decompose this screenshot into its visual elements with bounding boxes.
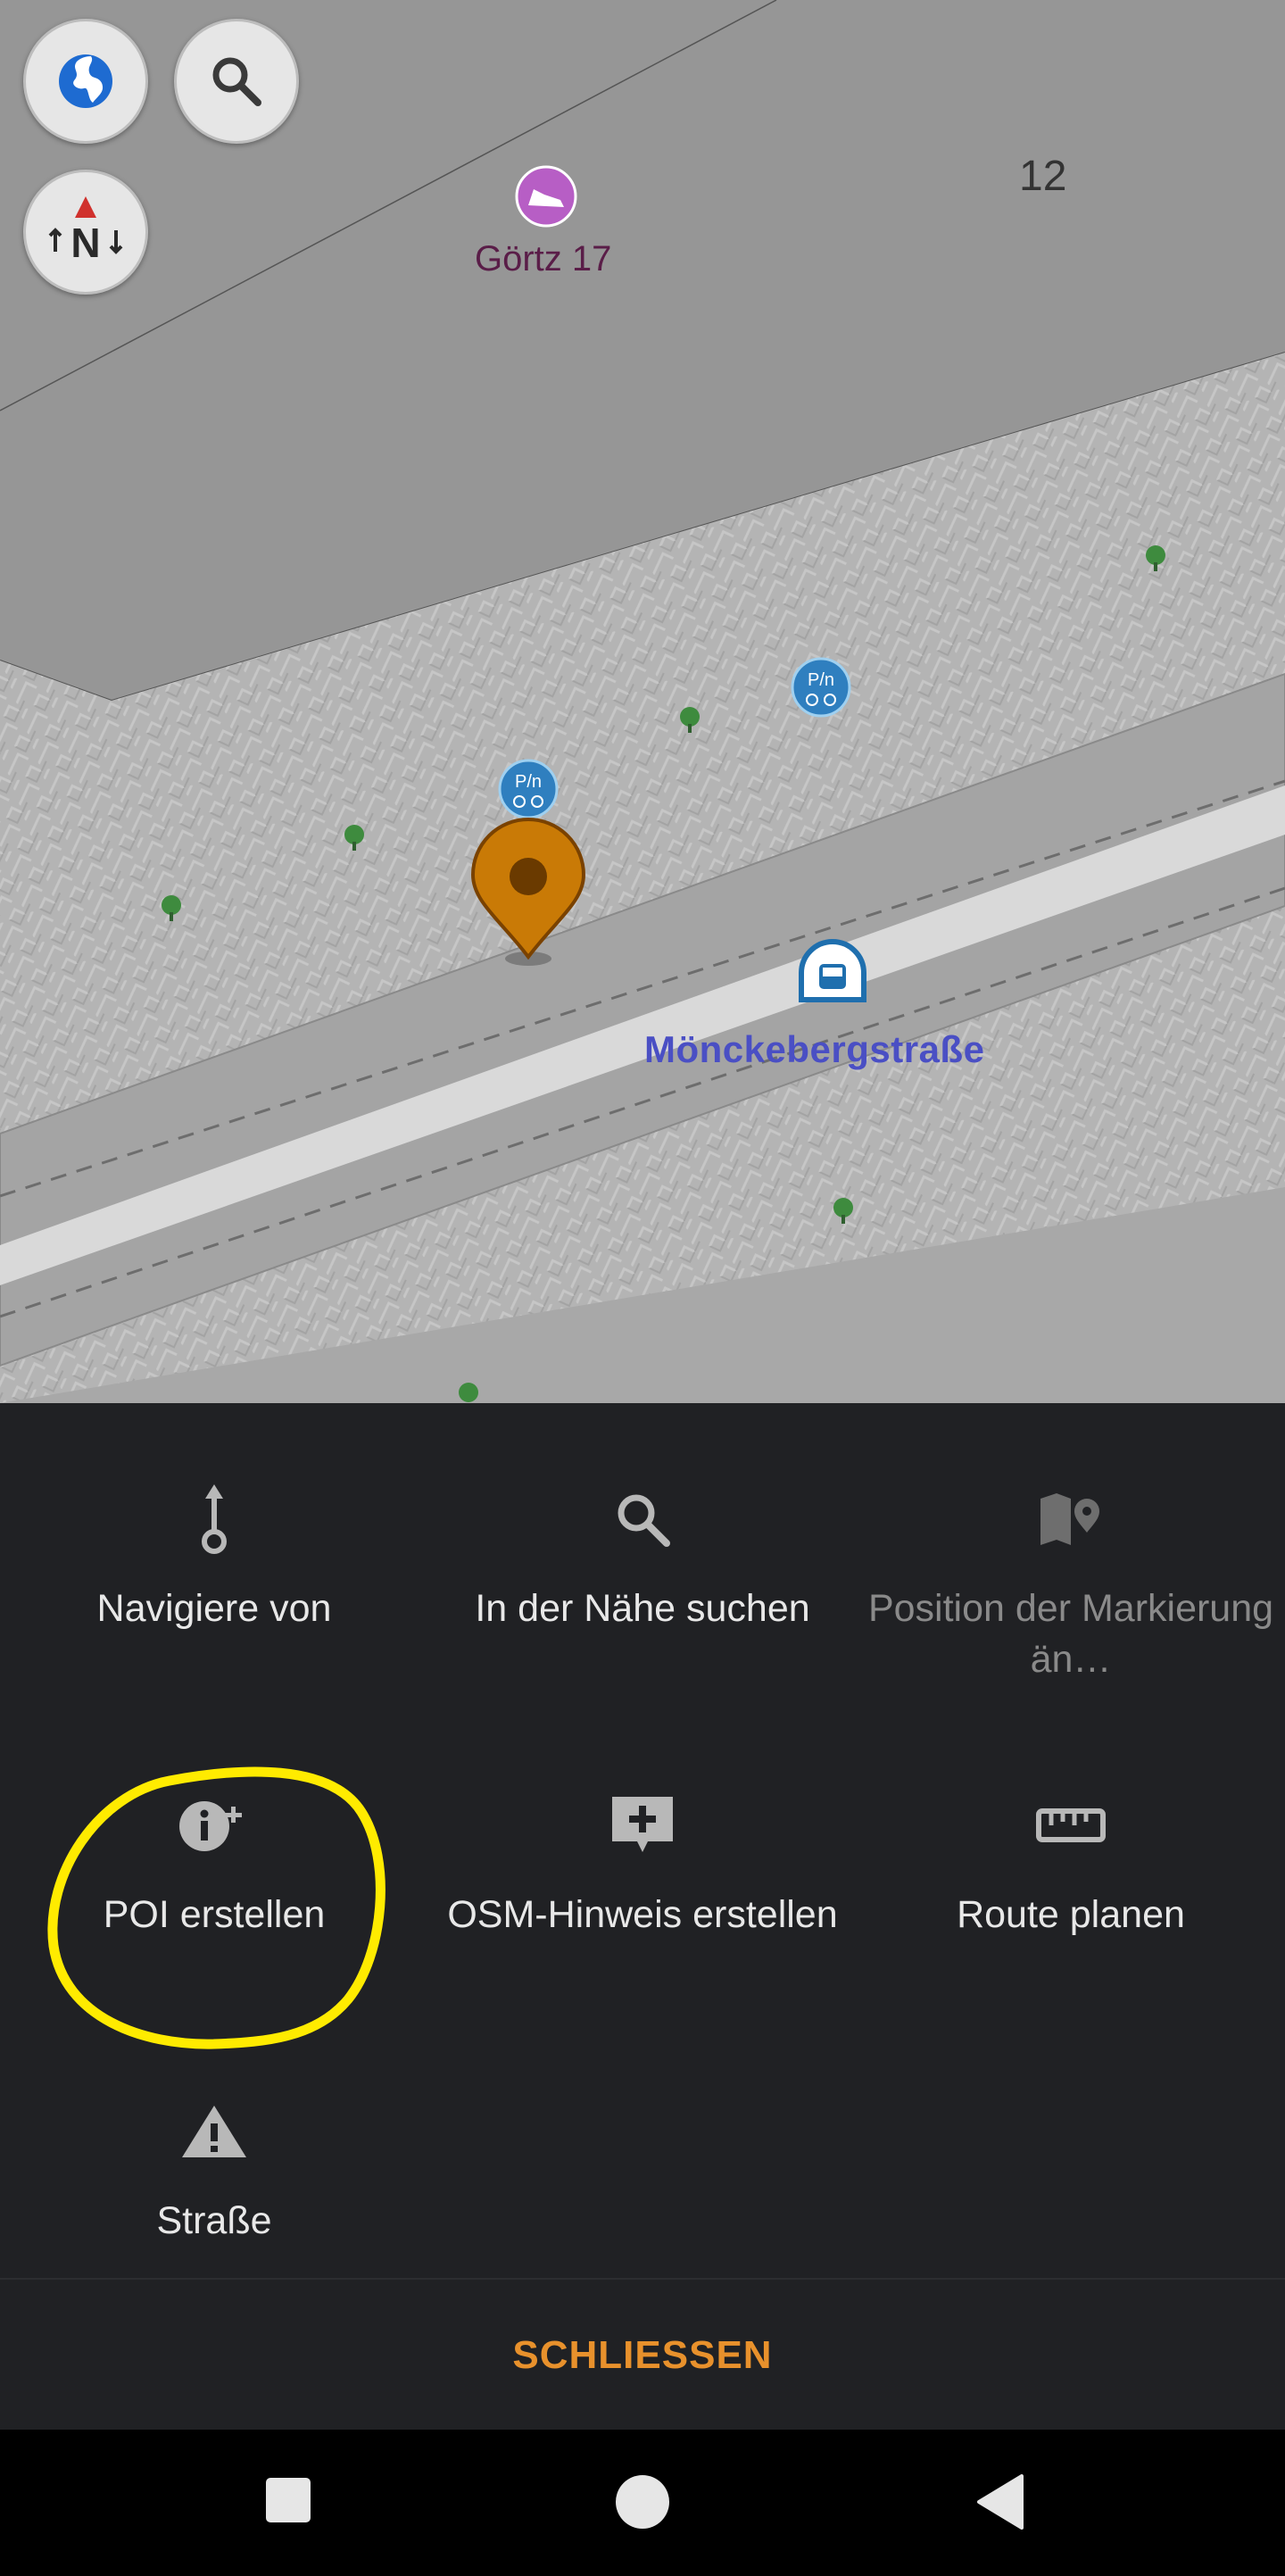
compass-north-icon: N <box>48 196 123 266</box>
bicycle-parking-icon: P/n <box>791 657 851 718</box>
osm-note-action[interactable]: OSM-Hinweis erstellen <box>428 1781 857 1940</box>
road-report-action[interactable]: Straße <box>0 2087 428 2256</box>
nearby-search-action[interactable]: In der Nähe suchen <box>428 1475 857 1634</box>
search-button[interactable] <box>174 19 299 144</box>
create-poi-label: POI erstellen <box>103 1893 326 1936</box>
shoe-shop-icon <box>515 165 577 228</box>
comment-plus-icon <box>612 1797 673 1852</box>
search-icon <box>212 57 261 106</box>
navigate-from-label: Navigiere von <box>96 1587 332 1630</box>
plan-route-label: Route planen <box>957 1893 1185 1936</box>
svg-text:P/n: P/n <box>808 670 834 690</box>
station-label[interactable]: Mönckebergstraße <box>644 1028 984 1071</box>
bicycle-parking-icon: P/n <box>498 759 559 819</box>
close-bar: SCHLIESSEN <box>0 2278 1285 2431</box>
back-icon[interactable] <box>975 2474 1025 2530</box>
compass-letter: N <box>70 220 100 266</box>
navigate-from-icon <box>202 1484 227 1554</box>
search-icon <box>618 1494 670 1547</box>
move-marker-action[interactable]: Position der Markierung än… <box>857 1475 1285 1685</box>
map-layers-button[interactable] <box>23 19 148 144</box>
svg-text:P/n: P/n <box>515 772 542 792</box>
context-menu-sheet: Navigiere von In der Nähe suchen Positio… <box>0 1403 1285 2430</box>
nearby-search-label: In der Nähe suchen <box>475 1587 810 1630</box>
compass-button[interactable]: N <box>23 170 148 295</box>
road-report-label: Straße <box>156 2199 272 2242</box>
create-poi-action[interactable]: POI erstellen <box>0 1781 428 1940</box>
close-button[interactable]: SCHLIESSEN <box>512 2333 772 2378</box>
osm-note-label: OSM-Hinweis erstellen <box>447 1893 838 1936</box>
zoom-level-label: 12 <box>1019 153 1067 200</box>
poi-label[interactable]: Görtz 17 <box>475 239 611 279</box>
move-marker-label: Position der Markierung än… <box>867 1587 1274 1681</box>
map-view[interactable]: P/n P/n <box>0 0 1285 1403</box>
warning-icon <box>182 2106 246 2157</box>
info-plus-icon <box>179 1801 242 1851</box>
recent-apps-icon[interactable] <box>264 2476 312 2524</box>
home-icon[interactable] <box>615 2474 670 2530</box>
map-marker-edit-icon <box>1040 1493 1099 1545</box>
ruler-icon <box>1036 1808 1106 1842</box>
globe-icon <box>59 54 112 108</box>
plan-route-action[interactable]: Route planen <box>857 1781 1285 1940</box>
subway-station-icon <box>799 939 866 1002</box>
navigate-from-action[interactable]: Navigiere von <box>0 1475 428 1634</box>
system-nav-bar <box>0 2430 1285 2576</box>
